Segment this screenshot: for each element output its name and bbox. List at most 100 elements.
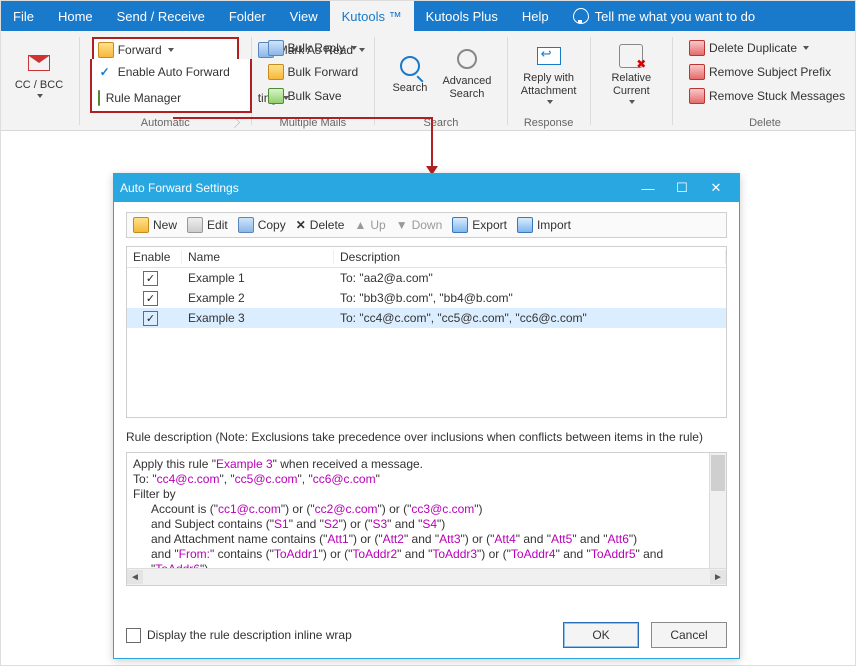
checkbox-icon xyxy=(126,628,141,643)
menu-rule-manager[interactable]: Rule Manager xyxy=(92,85,250,111)
reply-with-attachment-button[interactable]: Reply with Attachment xyxy=(520,35,578,111)
delete-duplicate-button[interactable]: Delete Duplicate xyxy=(685,37,849,59)
bulk-forward-icon xyxy=(268,64,284,80)
dialog-titlebar: Auto Forward Settings ― ☐ ✕ xyxy=(114,174,739,202)
maximize-button[interactable]: ☐ xyxy=(665,177,699,199)
bulk-save-button[interactable]: Bulk Save xyxy=(264,85,363,107)
bulk-save-icon xyxy=(268,88,284,104)
minimize-button[interactable]: ― xyxy=(631,177,665,199)
rule-desc: To: "cc4@c.com", "cc5@c.com", "cc6@c.com… xyxy=(334,311,726,325)
search-button[interactable]: Search xyxy=(387,35,433,111)
tab-kutools-plus[interactable]: Kutools Plus xyxy=(414,1,510,31)
down-icon: ▼ xyxy=(396,218,408,232)
remove-stuck-messages-button[interactable]: Remove Stuck Messages xyxy=(685,85,849,107)
bulk-reply-icon xyxy=(268,40,284,56)
table-row[interactable]: ✓ Example 3 To: "cc4@c.com", "cc5@c.com"… xyxy=(127,308,726,328)
forward-label: Forward xyxy=(118,43,162,57)
group-response: Response xyxy=(516,117,582,129)
tell-me[interactable]: Tell me what you want to do xyxy=(561,1,767,31)
new-button[interactable]: New xyxy=(133,217,177,233)
advanced-search-label: Advanced Search xyxy=(442,75,491,101)
cc-bcc-button[interactable]: CC / BCC xyxy=(10,35,68,111)
gear-icon xyxy=(453,45,481,73)
enable-checkbox[interactable]: ✓ xyxy=(143,291,158,306)
tab-kutools[interactable]: Kutools ™ xyxy=(330,1,414,31)
col-name[interactable]: Name xyxy=(182,250,334,264)
up-label: Up xyxy=(370,218,385,232)
check-icon: ✓ xyxy=(98,65,112,79)
rule-description-box: Apply this rule "Example 3" when receive… xyxy=(126,452,727,586)
rule-name: Example 1 xyxy=(182,271,334,285)
ok-button[interactable]: OK xyxy=(563,622,639,648)
col-description[interactable]: Description xyxy=(334,250,726,264)
forward-icon xyxy=(98,42,114,58)
copy-button[interactable]: Copy xyxy=(238,217,286,233)
tab-view[interactable]: View xyxy=(278,1,330,31)
envelope-icon xyxy=(25,49,53,77)
outlook-tabs: File Home Send / Receive Folder View Kut… xyxy=(1,1,855,31)
tab-send-receive[interactable]: Send / Receive xyxy=(105,1,217,31)
chevron-down-icon xyxy=(629,100,635,104)
vertical-scrollbar[interactable] xyxy=(709,453,726,569)
bulk-forward-label: Bulk Forward xyxy=(288,65,359,79)
down-button: ▼ Down xyxy=(396,218,443,232)
delete-icon: ✕ xyxy=(296,218,306,232)
inline-wrap-label: Display the rule description inline wrap xyxy=(147,628,352,642)
rule-name: Example 2 xyxy=(182,291,334,305)
remove-subject-prefix-button[interactable]: Remove Subject Prefix xyxy=(685,61,849,83)
calendar-x-icon xyxy=(617,42,645,70)
new-icon xyxy=(133,217,149,233)
chevron-down-icon xyxy=(803,46,809,50)
dialog-title: Auto Forward Settings xyxy=(120,181,239,195)
edit-button[interactable]: Edit xyxy=(187,217,228,233)
rule-description-label: Rule description (Note: Exclusions take … xyxy=(126,430,727,444)
enable-checkbox[interactable]: ✓ xyxy=(143,311,158,326)
tab-help[interactable]: Help xyxy=(510,1,561,31)
reply-icon xyxy=(535,42,563,70)
table-row[interactable]: ✓ Example 2 To: "bb3@b.com", "bb4@b.com" xyxy=(127,288,726,308)
rule-name: Example 3 xyxy=(182,311,334,325)
inline-wrap-checkbox[interactable]: Display the rule description inline wrap xyxy=(126,628,352,643)
edit-label: Edit xyxy=(207,218,228,232)
col-enable[interactable]: Enable xyxy=(127,250,182,264)
remove-prefix-label: Remove Subject Prefix xyxy=(709,65,831,79)
search-icon xyxy=(396,52,424,80)
tab-folder[interactable]: Folder xyxy=(217,1,278,31)
import-button[interactable]: Import xyxy=(517,217,571,233)
tab-home[interactable]: Home xyxy=(46,1,105,31)
rules-table: Enable Name Description ✓ Example 1 To: … xyxy=(126,246,727,418)
tab-file[interactable]: File xyxy=(1,1,46,31)
relative-current-button[interactable]: Relative Current xyxy=(602,35,660,111)
export-button[interactable]: Export xyxy=(452,217,507,233)
cancel-button[interactable]: Cancel xyxy=(651,622,727,648)
advanced-search-button[interactable]: Advanced Search xyxy=(439,35,495,111)
delete-duplicate-icon xyxy=(689,40,705,56)
enable-checkbox[interactable]: ✓ xyxy=(143,271,158,286)
callout-arrow xyxy=(431,117,433,173)
export-icon xyxy=(452,217,468,233)
bulk-reply-label: Bulk Reply xyxy=(288,41,345,55)
up-icon: ▲ xyxy=(354,218,366,232)
bulk-reply-button[interactable]: Bulk Reply xyxy=(264,37,363,59)
horizontal-scrollbar[interactable]: ◄► xyxy=(127,568,726,585)
rule-description-text: Apply this rule "Example 3" when receive… xyxy=(127,453,726,573)
down-label: Down xyxy=(412,218,443,232)
chevron-down-icon xyxy=(37,94,43,98)
menu-enable-label: Enable Auto Forward xyxy=(118,65,230,79)
delete-button[interactable]: ✕Delete xyxy=(296,218,345,232)
auto-forward-dialog: Auto Forward Settings ― ☐ ✕ New Edit Cop… xyxy=(113,173,740,659)
import-icon xyxy=(517,217,533,233)
search-label: Search xyxy=(392,82,427,95)
table-row[interactable]: ✓ Example 1 To: "aa2@a.com" xyxy=(127,268,726,288)
remove-stuck-icon xyxy=(689,88,705,104)
bulk-forward-button[interactable]: Bulk Forward xyxy=(264,61,363,83)
copy-label: Copy xyxy=(258,218,286,232)
close-button[interactable]: ✕ xyxy=(699,177,733,199)
forward-menu: ✓ Enable Auto Forward Rule Manager xyxy=(90,59,252,113)
table-header: Enable Name Description xyxy=(127,247,726,268)
import-label: Import xyxy=(537,218,571,232)
menu-enable-auto-forward[interactable]: ✓ Enable Auto Forward xyxy=(92,59,250,85)
cc-bcc-label: CC / BCC xyxy=(15,79,63,92)
copy-icon xyxy=(238,217,254,233)
new-label: New xyxy=(153,218,177,232)
